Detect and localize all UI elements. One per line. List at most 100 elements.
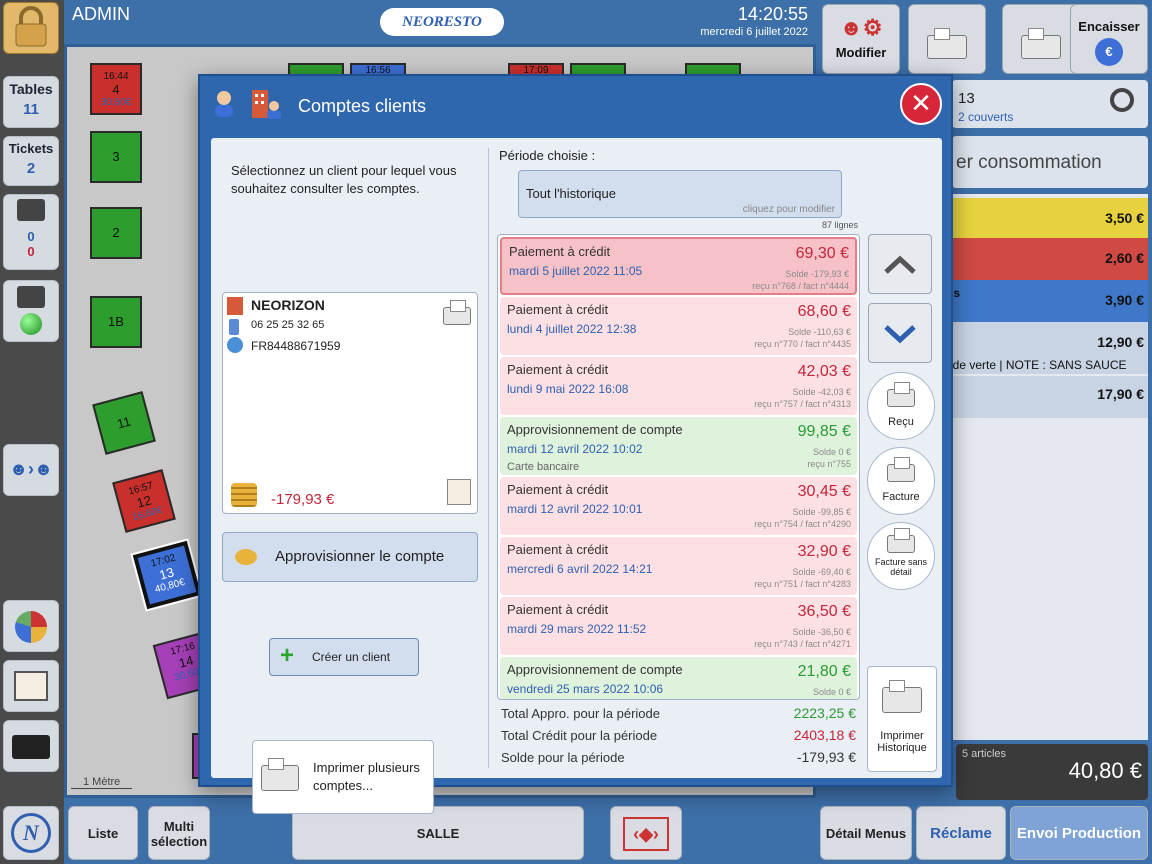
- salle-button[interactable]: SALLE: [292, 806, 584, 860]
- order-line[interactable]: 2,60 €: [944, 238, 1148, 280]
- cart-icon: [17, 286, 45, 308]
- printer-button[interactable]: [1002, 4, 1080, 74]
- recu-button[interactable]: Reçu: [867, 372, 935, 440]
- entry-ref: reçu n°768 / fact n°4444: [752, 281, 849, 291]
- order-line[interactable]: 12,90 € ade verte | NOTE : SANS SAUCE: [944, 322, 1148, 374]
- order-line-price: 2,60 €: [1105, 250, 1144, 266]
- history-entry[interactable]: Approvisionnement de compte vendredi 25 …: [500, 657, 857, 699]
- entry-type: Paiement à crédit: [507, 482, 609, 497]
- order-total-box: 5 articles 40,80 €: [956, 744, 1148, 800]
- table-11[interactable]: 11: [92, 391, 156, 455]
- couverts-count: 13: [958, 90, 975, 107]
- history-entry[interactable]: Paiement à crédit lundi 4 juillet 2022 1…: [500, 297, 857, 355]
- entry-solde: Solde 0 €: [812, 687, 851, 697]
- entry-ref: reçu n°751 / fact n°4283: [754, 579, 851, 589]
- table-3[interactable]: 3: [90, 131, 142, 183]
- transfer-button[interactable]: ☻›☻: [3, 444, 59, 496]
- history-entry[interactable]: Paiement à crédit mardi 29 mars 2022 11:…: [500, 597, 857, 655]
- building-icon: [227, 297, 243, 315]
- creer-client-button[interactable]: + Créer un client: [269, 638, 419, 676]
- cart-status-button[interactable]: [3, 280, 59, 342]
- reclame-button[interactable]: Réclame: [916, 806, 1006, 860]
- consommation-field[interactable]: er consommation: [952, 136, 1148, 188]
- table-13[interactable]: 17:02 13 40,80€: [130, 538, 204, 612]
- lock-button[interactable]: [3, 2, 59, 54]
- stats-button[interactable]: [3, 600, 59, 652]
- cart-button[interactable]: 0 0: [3, 194, 59, 270]
- status-light-icon: [20, 313, 42, 335]
- liste-button[interactable]: Liste: [68, 806, 138, 860]
- printer-warning-button[interactable]: [908, 4, 986, 74]
- entry-amount: 21,80 €: [797, 663, 851, 680]
- entry-payment-method: Carte bancaire: [507, 461, 580, 473]
- navigation-button[interactable]: ‹◆›: [610, 806, 682, 860]
- close-icon: ✕: [910, 88, 932, 118]
- entry-ref: reçu n°754 / fact n°4290: [754, 519, 851, 529]
- neoresto-menu-button[interactable]: N: [3, 806, 59, 860]
- imprimer-plusieurs-button[interactable]: Imprimer plusieurs comptes...: [252, 740, 434, 814]
- entry-amount: 69,30 €: [795, 245, 849, 262]
- search-icon[interactable]: [1110, 88, 1134, 112]
- scroll-down-button[interactable]: [868, 303, 932, 363]
- history-list[interactable]: Paiement à crédit mardi 5 juillet 2022 1…: [497, 234, 860, 700]
- periode-hint: cliquez pour modifier: [742, 204, 835, 215]
- close-button[interactable]: ✕: [900, 83, 942, 125]
- order-total: 40,80 €: [1068, 758, 1142, 783]
- table-2[interactable]: 2: [90, 207, 142, 259]
- tickets-button[interactable]: Tickets 2: [3, 136, 59, 186]
- solde-value: -179,93 €: [796, 749, 856, 765]
- consommation-text: er consommation: [956, 152, 1102, 173]
- envoi-production-button[interactable]: Envoi Production: [1010, 806, 1148, 860]
- table-1b[interactable]: 1B: [90, 296, 142, 348]
- coins-icon: [235, 549, 257, 565]
- approvisionner-label: Approvisionner le compte: [275, 548, 445, 565]
- periode-selector[interactable]: Tout l'historique cliquez pour modifier: [518, 170, 842, 218]
- table-amount: 30,60€: [100, 97, 132, 108]
- detail-menus-button[interactable]: Détail Menus: [820, 806, 912, 860]
- modifier-button[interactable]: ☻⚙ Modifier: [822, 4, 900, 74]
- couverts-panel[interactable]: 13 2 couverts: [952, 80, 1148, 128]
- comptes-clients-dialog: Comptes clients ✕ Sélectionnez un client…: [198, 74, 953, 814]
- modifier-users-icon: ☻⚙: [839, 15, 883, 40]
- entry-type: Paiement à crédit: [507, 362, 609, 377]
- edit-note-icon[interactable]: [447, 479, 471, 505]
- facture-sans-detail-button[interactable]: Facture sans détail: [867, 522, 935, 590]
- table-4[interactable]: 16:44 4 30,60€: [90, 63, 142, 115]
- order-line[interactable]: ns 3,90 €: [944, 280, 1148, 322]
- printer-icon[interactable]: [443, 300, 471, 325]
- history-entry[interactable]: Approvisionnement de compte mardi 12 avr…: [500, 417, 857, 475]
- periode-label: Période choisie :: [499, 148, 596, 163]
- imprimer-historique-button[interactable]: Imprimer Historique: [867, 666, 937, 772]
- history-entry[interactable]: Paiement à crédit mercredi 6 avril 2022 …: [500, 537, 857, 595]
- multi-selection-button[interactable]: Multi sélection: [148, 806, 210, 860]
- entry-date: mardi 5 juillet 2022 11:05: [509, 264, 643, 278]
- facture-button[interactable]: Facture: [867, 447, 935, 515]
- cash-drawer-button[interactable]: [3, 720, 59, 772]
- encaisser-button[interactable]: Encaisser €: [1070, 4, 1148, 74]
- history-entry[interactable]: Paiement à crédit mardi 12 avril 2022 10…: [500, 477, 857, 535]
- entry-solde: Solde -110,63 €: [788, 327, 851, 337]
- printer-icon: [887, 528, 915, 553]
- client-balance: -179,93 €: [271, 491, 335, 508]
- entry-solde: Solde -42,03 €: [792, 387, 851, 397]
- entry-solde: Solde -69,40 €: [792, 567, 851, 577]
- imprimer-historique-label: Imprimer Historique: [877, 730, 927, 754]
- history-entry[interactable]: Paiement à crédit lundi 9 mai 2022 16:08…: [500, 357, 857, 415]
- user-icon: [212, 90, 236, 118]
- entry-solde: Solde -179,93 €: [785, 269, 849, 279]
- tables-button[interactable]: Tables 11: [3, 76, 59, 128]
- building-user-icon: [250, 88, 282, 120]
- table-12[interactable]: 16:57 12 16,60€: [112, 469, 176, 533]
- approvisionner-button[interactable]: Approvisionner le compte: [222, 532, 478, 582]
- salle-label: SALLE: [416, 826, 460, 841]
- client-card[interactable]: NEORIZON 06 25 25 32 65 FR84488671959 -1…: [222, 292, 478, 514]
- dialog-title: Comptes clients: [298, 96, 427, 116]
- table-name: 1B: [108, 314, 124, 329]
- order-line[interactable]: 17,90 €: [944, 376, 1148, 418]
- calendar-button[interactable]: [3, 660, 59, 712]
- scroll-up-button[interactable]: [868, 234, 932, 294]
- articles-count: 5 articles: [962, 748, 1007, 760]
- order-line[interactable]: 3,50 €: [944, 198, 1148, 240]
- history-entry[interactable]: Paiement à crédit mardi 5 juillet 2022 1…: [500, 237, 857, 295]
- printer-warning-icon: [927, 28, 967, 59]
